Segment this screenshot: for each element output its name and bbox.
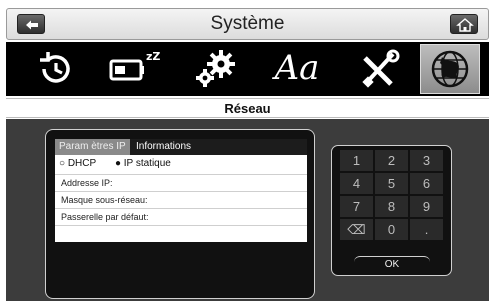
language-settings-tab[interactable]: Aa xyxy=(268,44,326,94)
sleep-glyph: zZ xyxy=(146,50,160,63)
default-gateway-field[interactable]: Passerelle par défaut: xyxy=(55,208,307,225)
key-8[interactable]: 8 xyxy=(375,196,409,218)
key-dot[interactable]: . xyxy=(410,219,444,241)
ip-settings-panel: Param ètres IP Informations ○ DHCP ● IP … xyxy=(45,129,315,299)
backspace-key[interactable]: ⌫ xyxy=(340,219,374,241)
radio-unchecked-icon: ○ xyxy=(59,158,66,169)
subnet-mask-label: Masque sous-réseau: xyxy=(61,195,148,205)
key-3[interactable]: 3 xyxy=(410,150,444,172)
home-button[interactable] xyxy=(450,14,478,34)
ip-form: ○ DHCP ● IP statique Addresse IP: Masque… xyxy=(55,155,307,242)
system-screen: Système zZ Aa Réseau Param ètres IP Info… xyxy=(0,0,495,301)
dhcp-label: DHCP xyxy=(67,158,97,169)
numeric-keypad-panel: 1 2 3 4 5 6 7 8 9 ⌫ 0 . OK xyxy=(331,145,452,276)
ip-address-field[interactable]: Addresse IP: xyxy=(55,174,307,191)
empty-form-row xyxy=(55,225,307,242)
default-gateway-label: Passerelle par défaut: xyxy=(61,212,149,222)
key-5[interactable]: 5 xyxy=(375,173,409,195)
tab-ip-settings[interactable]: Param ètres IP xyxy=(55,139,130,155)
clock-history-icon xyxy=(40,52,70,83)
tools-icon xyxy=(362,49,400,88)
title-bar: Système xyxy=(6,8,489,40)
ok-button[interactable]: OK xyxy=(354,256,430,272)
backspace-icon: ⌫ xyxy=(347,222,366,237)
key-1[interactable]: 1 xyxy=(340,150,374,172)
time-settings-tab[interactable] xyxy=(24,44,82,94)
tab-informations[interactable]: Informations xyxy=(132,139,252,155)
ip-address-label: Addresse IP: xyxy=(61,178,113,188)
key-2[interactable]: 2 xyxy=(375,150,409,172)
subnet-mask-field[interactable]: Masque sous-réseau: xyxy=(55,191,307,208)
battery-sleep-icon: zZ xyxy=(109,50,160,81)
static-ip-radio[interactable]: ● IP statique xyxy=(115,158,171,169)
key-9[interactable]: 9 xyxy=(410,196,444,218)
ip-mode-selector: ○ DHCP ● IP statique xyxy=(59,158,187,172)
font-aa-icon: Aa xyxy=(274,48,320,88)
section-header: Réseau xyxy=(6,98,489,118)
general-settings-tab[interactable] xyxy=(186,44,244,94)
globe-network-icon xyxy=(431,50,469,88)
settings-tabs: Param ètres IP Informations xyxy=(55,139,307,155)
network-settings-tab[interactable] xyxy=(420,44,480,94)
static-ip-label: IP statique xyxy=(123,158,171,169)
dhcp-radio[interactable]: ○ DHCP xyxy=(59,158,96,169)
key-0[interactable]: 0 xyxy=(375,219,409,241)
key-7[interactable]: 7 xyxy=(340,196,374,218)
radio-checked-icon: ● xyxy=(114,158,121,169)
network-settings-area: Param ètres IP Informations ○ DHCP ● IP … xyxy=(6,119,489,301)
tools-settings-tab[interactable] xyxy=(351,44,409,94)
home-icon xyxy=(456,18,474,32)
key-6[interactable]: 6 xyxy=(410,173,444,195)
key-4[interactable]: 4 xyxy=(340,173,374,195)
settings-icon-bar: zZ Aa xyxy=(6,42,489,96)
power-settings-tab[interactable]: zZ xyxy=(102,44,160,94)
section-title: Réseau xyxy=(224,101,271,116)
gears-icon xyxy=(196,50,235,87)
page-title: Système xyxy=(210,13,285,34)
